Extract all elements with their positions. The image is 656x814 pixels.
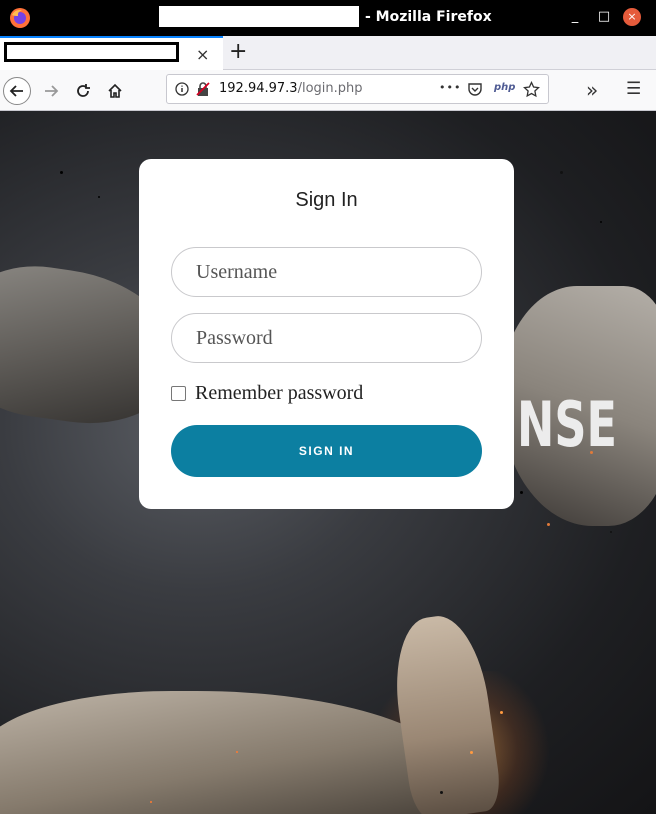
- login-card: Sign In Remember password SIGN IN: [139, 159, 514, 509]
- tab-strip: ×: [0, 36, 656, 70]
- reload-icon: [77, 84, 90, 97]
- arrow-left-icon: [9, 85, 23, 97]
- login-title: Sign In: [295, 189, 358, 211]
- maximize-button[interactable]: □: [595, 8, 613, 26]
- tab-close-icon[interactable]: ×: [196, 45, 209, 64]
- bookmark-star-icon[interactable]: [523, 81, 540, 98]
- firefox-logo-icon: [10, 8, 30, 28]
- sign-in-button[interactable]: SIGN IN: [171, 425, 482, 477]
- window-titlebar: - Mozilla Firefox _ □ ×: [0, 0, 656, 36]
- arrow-right-icon: [45, 85, 59, 97]
- remember-password-row[interactable]: Remember password: [171, 382, 363, 405]
- home-icon: [108, 83, 122, 98]
- remember-password-checkbox[interactable]: [171, 386, 186, 401]
- reload-button[interactable]: [69, 77, 97, 105]
- window-title: - Mozilla Firefox: [365, 9, 492, 25]
- url-host: 192.94.97.3: [219, 81, 298, 96]
- tab-active[interactable]: ×: [0, 36, 223, 70]
- url-bar[interactable]: 192.94.97.3/login.php ••• php: [166, 74, 549, 104]
- redacted-page-title: [157, 4, 361, 29]
- username-input[interactable]: [171, 247, 482, 297]
- new-tab-button[interactable]: +: [229, 41, 247, 63]
- url-path: /login.php: [297, 81, 363, 96]
- minimize-button[interactable]: _: [566, 8, 584, 26]
- overflow-menu-button[interactable]: »: [586, 78, 598, 102]
- url-text[interactable]: 192.94.97.3/login.php: [219, 81, 363, 96]
- close-window-button[interactable]: ×: [623, 8, 641, 26]
- hamburger-menu-button[interactable]: ☰: [626, 79, 641, 99]
- remember-password-label[interactable]: Remember password: [195, 382, 363, 405]
- forward-button[interactable]: [37, 77, 65, 105]
- back-button[interactable]: [3, 77, 31, 105]
- info-icon[interactable]: [175, 82, 189, 96]
- home-button[interactable]: [101, 77, 129, 105]
- page-background: NSE Sign In Remember password SIGN IN: [0, 111, 656, 814]
- php-extension-badge[interactable]: php: [494, 82, 515, 93]
- pocket-icon[interactable]: [467, 81, 483, 97]
- background-banner-text: NSE: [517, 388, 617, 461]
- navigation-bar: 192.94.97.3/login.php ••• php » ☰: [0, 70, 656, 111]
- page-actions-button[interactable]: •••: [439, 81, 461, 94]
- redacted-tab-title: [4, 42, 179, 62]
- password-input[interactable]: [171, 313, 482, 363]
- insecure-lock-icon[interactable]: [195, 81, 211, 97]
